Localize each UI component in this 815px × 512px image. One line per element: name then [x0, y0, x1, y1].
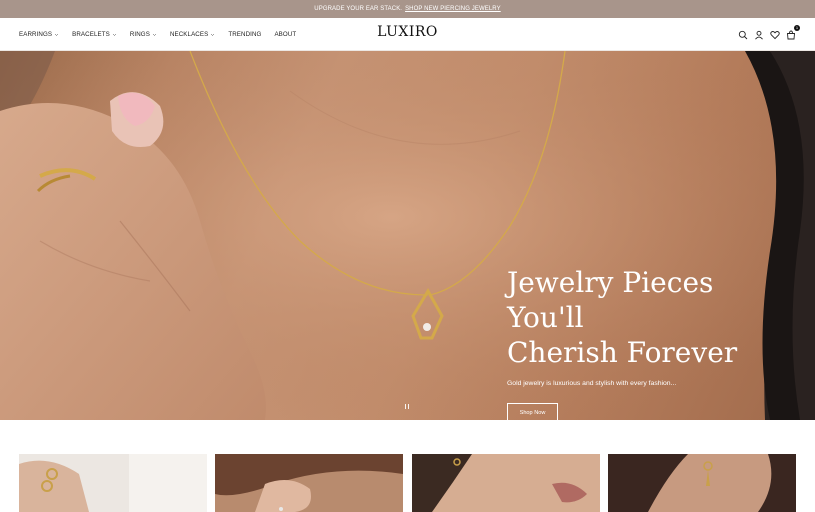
hero-text-block: Jewelry Pieces You'll Cherish Forever Go…: [507, 265, 797, 420]
site-logo[interactable]: LUXIRO: [377, 24, 438, 40]
cart-count-badge: 1: [794, 24, 800, 31]
shop-now-button[interactable]: Shop Now: [507, 403, 558, 420]
category-image-earrings: [215, 454, 404, 512]
category-card-necklaces[interactable]: [411, 454, 600, 512]
search-icon[interactable]: [738, 30, 748, 40]
slider-dot[interactable]: [405, 404, 406, 409]
category-row: [19, 454, 796, 512]
cart-bag-icon[interactable]: 1: [786, 24, 800, 40]
hero-title: Jewelry Pieces You'll Cherish Forever: [507, 265, 797, 370]
site-header: EARRINGS BRACELETS RINGS NECKLACES TREND…: [0, 18, 815, 51]
account-icon[interactable]: [754, 30, 764, 40]
nav-item-earrings[interactable]: EARRINGS: [19, 31, 59, 38]
nav-item-label: TRENDING: [228, 31, 262, 38]
category-image-rings: [19, 454, 207, 512]
nav-item-about[interactable]: ABOUT: [274, 31, 296, 38]
chevron-down-icon: [54, 33, 59, 36]
hero-title-line2: Cherish Forever: [507, 336, 738, 369]
hero-subtitle: Gold jewelry is luxurious and stylish wi…: [507, 380, 677, 387]
announcement-text: UPGRADE YOUR EAR STACK.: [314, 6, 403, 12]
wishlist-heart-icon[interactable]: [770, 30, 780, 40]
chevron-down-icon: [211, 33, 215, 36]
nav-item-label: NECKLACES: [169, 31, 209, 38]
category-image-necklaces: [411, 454, 600, 512]
slider-dot[interactable]: [408, 404, 409, 409]
chevron-down-icon: [152, 33, 157, 36]
nav-item-bracelets[interactable]: BRACELETS: [72, 31, 117, 38]
main-nav: EARRINGS BRACELETS RINGS NECKLACES TREND…: [19, 18, 309, 51]
nav-item-label: EARRINGS: [19, 31, 53, 38]
header-icons: 1: [732, 18, 800, 51]
nav-item-label: ABOUT: [274, 31, 297, 38]
announcement-link[interactable]: SHOP NEW PIERCING JEWELRY: [405, 6, 501, 12]
category-card-earrings[interactable]: [215, 454, 404, 512]
hero-title-line1: Jewelry Pieces You'll: [507, 266, 714, 334]
category-card-rings[interactable]: [19, 454, 207, 512]
nav-item-label: BRACELETS: [72, 31, 110, 38]
slider-pagination: [405, 404, 411, 409]
announcement-bar: UPGRADE YOUR EAR STACK. SHOP NEW PIERCIN…: [0, 0, 815, 18]
nav-item-trending[interactable]: TRENDING: [228, 31, 261, 38]
category-card-trending[interactable]: [608, 454, 796, 512]
chevron-down-icon: [112, 33, 117, 36]
hero-banner: Jewelry Pieces You'll Cherish Forever Go…: [0, 51, 815, 420]
nav-item-rings[interactable]: RINGS: [130, 31, 157, 38]
category-image-trending: [608, 454, 796, 512]
nav-item-necklaces[interactable]: NECKLACES: [170, 31, 215, 38]
nav-item-label: RINGS: [129, 31, 150, 38]
